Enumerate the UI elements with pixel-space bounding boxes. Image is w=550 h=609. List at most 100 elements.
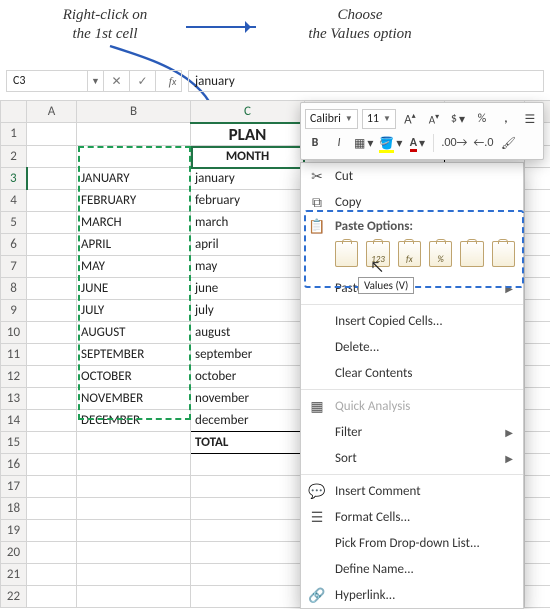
cell-B2[interactable] [77,145,191,167]
cell-F8[interactable] [525,277,550,299]
cell-A9[interactable] [27,299,77,321]
cell-F14[interactable] [525,409,550,431]
cell-A15[interactable] [27,431,77,453]
cell-B8[interactable]: JUNE [77,277,191,299]
cell-B5[interactable]: MARCH [77,211,191,233]
row-header-8[interactable]: 8 [1,277,27,299]
row-header-22[interactable]: 22 [1,585,27,607]
cell-A17[interactable] [27,475,77,497]
cell-A21[interactable] [27,563,77,585]
row-header-1[interactable]: 1 [1,123,27,146]
menu-delete[interactable]: Delete... [301,334,523,360]
cell-C4[interactable]: february [191,189,305,211]
cell-C21[interactable] [191,563,305,585]
cell-B13[interactable]: NOVEMBER [77,387,191,409]
paste-option-all[interactable] [335,241,358,267]
format-painter-button[interactable]: 🖌 [498,133,518,153]
cell-A3[interactable] [27,167,77,189]
menu-clear-contents[interactable]: Clear Contents [301,360,523,386]
cell-F18[interactable] [525,497,550,519]
cell-C7[interactable]: may [191,255,305,277]
cell-F12[interactable] [525,365,550,387]
row-header-4[interactable]: 4 [1,189,27,211]
cell-B4[interactable]: FEBRUARY [77,189,191,211]
menu-copy[interactable]: ⧉Copy [301,189,523,215]
cell-B19[interactable] [77,519,191,541]
cell-A7[interactable] [27,255,77,277]
paste-option-values[interactable]: 123 [366,241,389,267]
row-header-7[interactable]: 7 [1,255,27,277]
menu-filter[interactable]: Filter▶ [301,419,523,445]
decrease-decimal-button[interactable]: ←.0 [472,133,494,153]
name-box[interactable]: C3 [6,70,88,92]
cell-A12[interactable] [27,365,77,387]
cell-C5[interactable]: march [191,211,305,233]
cell-C10[interactable]: august [191,321,305,343]
cell-B11[interactable]: SEPTEMBER [77,343,191,365]
col-header-C[interactable]: C [191,101,305,123]
cell-B7[interactable]: MAY [77,255,191,277]
cell-A16[interactable] [27,453,77,475]
cell-C18[interactable] [191,497,305,519]
cell-F15[interactable] [525,431,550,453]
cell-F21[interactable] [525,563,550,585]
cell-A22[interactable] [27,585,77,607]
formula-bar[interactable]: january [188,70,544,92]
cell-F20[interactable] [525,541,550,563]
cell-B16[interactable] [77,453,191,475]
cell-F11[interactable] [525,343,550,365]
cell-A18[interactable] [27,497,77,519]
cell-A14[interactable] [27,409,77,431]
cell-F7[interactable] [525,255,550,277]
row-header-15[interactable]: 15 [1,431,27,453]
cell-A2[interactable] [27,145,77,167]
menu-pick-dropdown[interactable]: Pick From Drop-down List... [301,530,523,556]
cell-C17[interactable] [191,475,305,497]
menu-define-name[interactable]: Define Name... [301,556,523,582]
cell-B17[interactable] [77,475,191,497]
cell-F13[interactable] [525,387,550,409]
cell-B3[interactable]: JANUARY [77,167,191,189]
cell-F4[interactable] [525,189,550,211]
menu-insert-comment[interactable]: 💬Insert Comment [301,478,523,504]
cell-C19[interactable] [191,519,305,541]
menu-cut[interactable]: ✂Cut [301,163,523,189]
name-box-dropdown[interactable]: ▼ [88,70,104,92]
accounting-format-button[interactable]: $▾ [448,109,468,129]
cell-B6[interactable]: APRIL [77,233,191,255]
cell-C9[interactable]: july [191,299,305,321]
cell-C3[interactable]: january [191,167,305,189]
cell-F6[interactable] [525,233,550,255]
row-header-19[interactable]: 19 [1,519,27,541]
cell-F3[interactable] [525,167,550,189]
cell-B14[interactable]: DECEMBER [77,409,191,431]
cell-A13[interactable] [27,387,77,409]
cell-A10[interactable] [27,321,77,343]
row-header-16[interactable]: 16 [1,453,27,475]
fill-color-button[interactable]: 🪣▾ [378,133,403,153]
row-header-13[interactable]: 13 [1,387,27,409]
cell-C22[interactable] [191,585,305,607]
cell-C1[interactable]: PLAN [191,123,305,146]
cell-F19[interactable] [525,519,550,541]
grow-font-button[interactable]: A▴ [400,109,420,129]
row-header-5[interactable]: 5 [1,211,27,233]
cell-A5[interactable] [27,211,77,233]
menu-insert-copied[interactable]: Insert Copied Cells... [301,308,523,334]
cell-B15[interactable] [77,431,191,453]
cancel-formula-button[interactable]: ✕ [104,70,130,92]
cell-F16[interactable] [525,453,550,475]
merge-center-button[interactable]: ☰ [520,109,540,129]
select-all-corner[interactable] [1,101,27,123]
row-header-11[interactable]: 11 [1,343,27,365]
increase-decimal-button[interactable]: .00→ [440,133,468,153]
cell-B10[interactable]: AUGUST [77,321,191,343]
cell-C8[interactable]: june [191,277,305,299]
cell-B18[interactable] [77,497,191,519]
insert-function-button[interactable]: fx [156,70,182,92]
paste-option-percent[interactable]: % [429,241,452,267]
font-family-combo[interactable]: Calibri▼ [305,109,358,129]
cell-F5[interactable] [525,211,550,233]
paste-option-formatting[interactable] [460,241,483,267]
cell-F9[interactable] [525,299,550,321]
